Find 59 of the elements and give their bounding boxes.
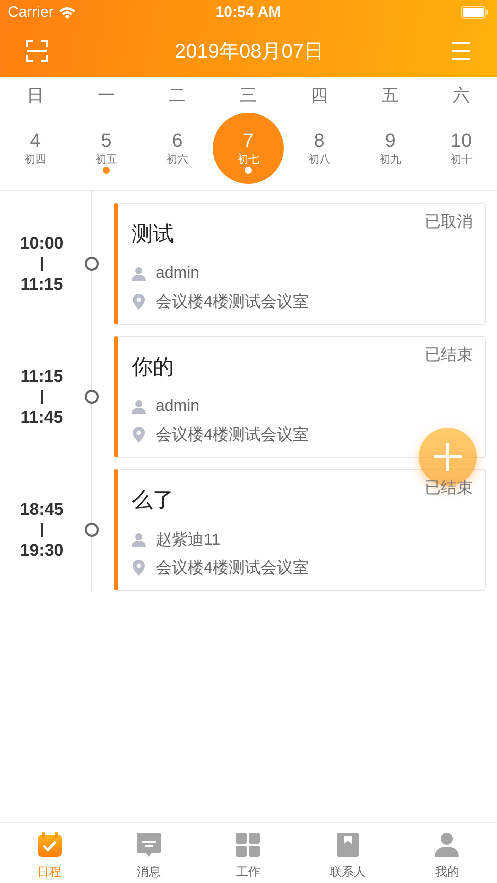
menu-icon[interactable] [450, 41, 471, 61]
organizer-name: 赵紫迪11 [156, 530, 221, 550]
tab-bar-item[interactable]: 联系人 [298, 823, 398, 883]
event-title: 测试 [132, 222, 174, 248]
location-text: 会议楼4楼测试会议室 [156, 292, 309, 312]
location-pin-icon [132, 427, 146, 443]
event-status: 已结束 [425, 346, 473, 366]
event-card[interactable]: 测试 已取消 admin 会议楼4楼测试会议室 [114, 203, 486, 325]
timeline-node [85, 523, 99, 537]
weekday-label: 四 [310, 84, 329, 106]
scan-icon[interactable] [26, 40, 48, 62]
end-time: 11:15 [20, 274, 64, 295]
calendar-day[interactable]: 9 初九 [355, 113, 426, 184]
tab-bar-item[interactable]: 工作 [198, 823, 298, 883]
start-time: 11:15 [20, 366, 64, 387]
weekday-label: 日 [26, 84, 45, 106]
event-title: 你的 [132, 355, 174, 381]
grid-icon [235, 832, 262, 858]
location-pin-icon [132, 294, 146, 310]
tab-bar-item[interactable]: 我的 [398, 823, 497, 883]
clock: 10:54 AM [216, 4, 282, 21]
carrier-label: Carrier [8, 4, 54, 21]
person-icon [434, 832, 460, 858]
start-time: 10:00 [20, 233, 64, 254]
message-icon [136, 832, 162, 858]
weekday-label: 二 [168, 84, 187, 106]
calendar-check-icon [36, 832, 63, 858]
calendar-day[interactable]: 10 初十 [426, 113, 497, 184]
location-pin-icon [132, 560, 146, 576]
date-title: 2019年08月07日 [175, 40, 324, 64]
start-time: 18:45 [20, 499, 64, 520]
end-time: 19:30 [20, 540, 64, 561]
timeline-node [85, 257, 99, 271]
person-icon [132, 400, 146, 414]
calendar-day[interactable]: 5 初五 [71, 113, 142, 184]
weekday-label: 一 [97, 84, 116, 106]
location-text: 会议楼4楼测试会议室 [156, 426, 309, 446]
event-title: 么了 [132, 488, 174, 514]
contact-book-icon [334, 832, 361, 858]
weekday-label: 三 [239, 84, 258, 106]
weekday-label: 五 [381, 84, 400, 106]
organizer-name: admin [156, 265, 200, 283]
calendar-day[interactable]: 7 初七 [213, 113, 284, 184]
person-icon [132, 533, 146, 547]
calendar-day[interactable]: 8 初八 [284, 113, 355, 184]
tab-bar-item[interactable]: 日程 [0, 823, 100, 883]
calendar-day[interactable]: 4 初四 [0, 113, 71, 184]
end-time: 11:45 [20, 407, 64, 428]
person-icon [132, 267, 146, 281]
weekday-label: 六 [452, 84, 471, 106]
calendar-day[interactable]: 6 初六 [142, 113, 213, 184]
location-text: 会议楼4楼测试会议室 [156, 558, 309, 578]
plus-icon [434, 443, 462, 471]
timeline-node [85, 390, 99, 404]
battery-icon [461, 6, 489, 19]
event-status: 已取消 [425, 212, 473, 233]
wifi-icon [58, 6, 76, 18]
tab-bar-item[interactable]: 消息 [99, 823, 199, 883]
organizer-name: admin [156, 398, 200, 416]
